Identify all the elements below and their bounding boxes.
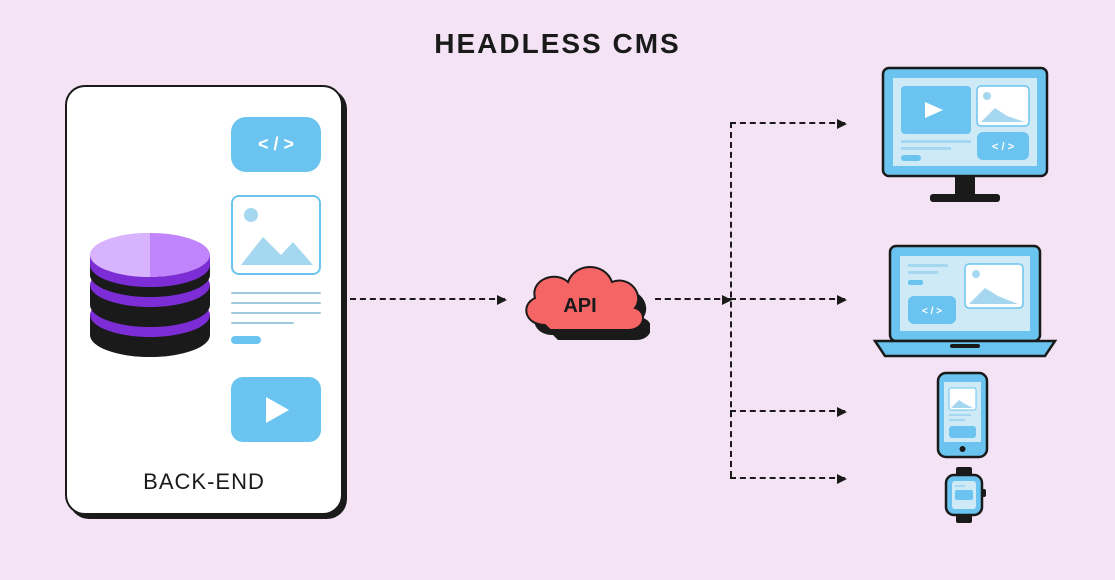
text-lines-icon: [231, 292, 321, 344]
desktop-icon: < / >: [875, 60, 1055, 215]
diagram-title: HEADLESS CMS: [434, 28, 680, 60]
arrow-api-out-line: [655, 298, 730, 300]
api-label: API: [563, 295, 596, 318]
svg-text:< / >: < / >: [992, 141, 1014, 153]
database-icon: [85, 227, 215, 372]
api-cloud-icon: API: [510, 250, 650, 355]
arrow-to-desktop: [730, 122, 845, 124]
watch-icon: [940, 465, 988, 530]
arrow-to-watch: [730, 477, 845, 479]
image-placeholder-icon: [231, 195, 321, 275]
svg-text:< / >: < / >: [922, 306, 942, 317]
phone-icon: [935, 370, 990, 465]
backend-card: < / > BACK-END: [65, 85, 343, 515]
video-play-icon: [231, 377, 321, 442]
code-badge-icon: < / >: [231, 117, 321, 172]
arrow-to-laptop: [730, 298, 845, 300]
arrow-backend-to-api: [350, 298, 505, 300]
arrow-to-phone: [730, 410, 845, 412]
backend-label: BACK-END: [143, 469, 265, 495]
laptop-icon: < / >: [870, 238, 1060, 368]
code-symbol: < / >: [258, 134, 294, 155]
